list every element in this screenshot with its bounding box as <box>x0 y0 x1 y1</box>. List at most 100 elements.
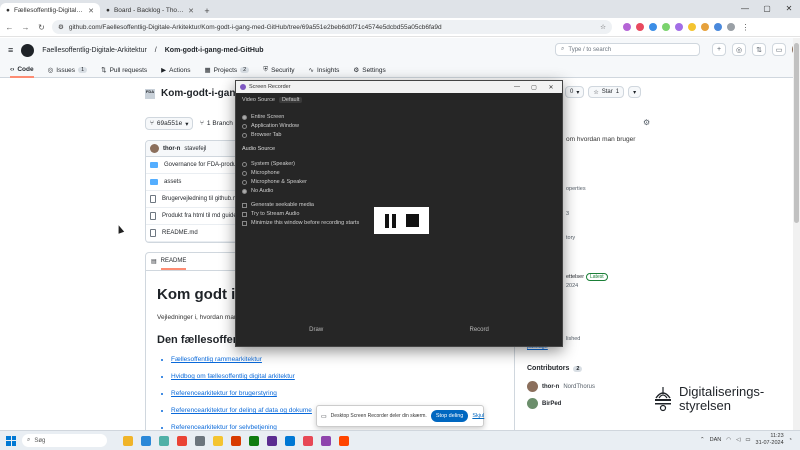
star-button[interactable]: ☆ Star 1 <box>588 86 625 98</box>
radio-button[interactable] <box>242 179 247 185</box>
taskbar-app-icon[interactable] <box>213 435 223 446</box>
extension-icon[interactable] <box>701 23 709 31</box>
bookmark-star-icon[interactable]: ☆ <box>600 23 606 31</box>
taskbar-search-input[interactable]: ⌕ Søg <box>22 434 107 447</box>
record-button[interactable]: Record <box>469 327 488 333</box>
battery-icon[interactable]: ▭ <box>745 437 750 443</box>
wifi-icon[interactable]: ◠ <box>726 437 731 443</box>
taskbar-app-icon[interactable] <box>195 435 205 446</box>
readme-link[interactable]: Fællesoffentlig rammearkitektur <box>171 356 312 373</box>
tab-issues[interactable]: ◎ Issues 1 <box>48 62 88 78</box>
taskbar-app-icon[interactable] <box>339 435 349 446</box>
extension-icon[interactable] <box>636 23 644 31</box>
recorder-radio-row[interactable]: System (Speaker) <box>242 161 295 167</box>
taskbar-app-icon[interactable] <box>123 435 133 446</box>
volume-icon[interactable]: ◁ <box>736 437 740 443</box>
taskbar-clock[interactable]: 11:23 31-07-2024 <box>756 433 784 447</box>
taskbar-app-icon[interactable] <box>321 435 331 446</box>
custom-properties-link[interactable]: operties <box>566 186 586 192</box>
taskbar-app-icon[interactable] <box>231 435 241 446</box>
pull-requests-icon[interactable]: ⇅ <box>752 43 766 56</box>
recorder-radio-row[interactable]: Browser Tab <box>242 132 281 138</box>
chevron-up-icon[interactable]: ⌃ <box>700 437 705 443</box>
file-name[interactable]: README.md <box>162 230 198 236</box>
branch-selector[interactable]: ⑂ 69a551e ▾ <box>145 117 194 130</box>
taskbar-app-icon[interactable] <box>177 435 187 446</box>
tab-actions[interactable]: ▶ Actions <box>161 62 190 78</box>
stop-icon[interactable] <box>405 214 419 227</box>
about-settings-gear-icon[interactable]: ⚙ <box>643 118 650 127</box>
branch-count-link[interactable]: ⑂ 1 Branch <box>200 117 233 130</box>
commit-message[interactable]: stavefejl <box>184 146 206 152</box>
inbox-icon[interactable]: ▭ <box>772 43 786 56</box>
notifications-icon[interactable]: ◔ <box>789 437 792 443</box>
page-scrollbar[interactable] <box>793 38 800 430</box>
extension-icon[interactable] <box>688 23 696 31</box>
browser-tab[interactable]: ● Board - Backlog - Thor/Ringitte ✕ <box>100 3 200 18</box>
new-tab-button[interactable]: + <box>200 3 214 18</box>
radio-button[interactable] <box>242 114 247 120</box>
github-search-input[interactable]: ⌕ Type / to search <box>555 43 700 56</box>
pause-icon[interactable] <box>384 213 396 228</box>
radio-button[interactable] <box>242 132 247 138</box>
radio-button[interactable] <box>242 170 247 176</box>
tab-code[interactable]: ‹› Code <box>10 62 34 78</box>
taskbar-app-icon[interactable] <box>267 435 277 446</box>
release-name[interactable]: ettelser <box>566 274 584 280</box>
create-new-button[interactable]: + <box>712 43 726 56</box>
history-link[interactable]: tory <box>566 235 575 241</box>
site-info-icon[interactable]: ⚙ <box>58 23 64 31</box>
forward-icon[interactable]: → <box>20 23 31 32</box>
keyboard-language[interactable]: DAN <box>710 437 722 443</box>
recorder-checkbox-row[interactable]: Generate seekable media <box>242 202 314 208</box>
tab-insights[interactable]: ∿ Insights <box>309 62 340 78</box>
tab-close-icon[interactable]: ✕ <box>188 7 194 15</box>
taskbar-app-icon[interactable] <box>303 435 313 446</box>
fork-count-button[interactable]: 0 ▾ <box>565 86 585 98</box>
contributor-row[interactable]: BirPed <box>527 398 561 409</box>
breadcrumb-repo[interactable]: Kom-godt-i-gang-med-GitHub <box>165 47 264 54</box>
hide-share-bar-link[interactable]: Skjul <box>472 413 484 419</box>
minimize-icon[interactable]: — <box>734 0 756 16</box>
url-field[interactable]: ⚙ github.com/Faellesoffentlig-Digitale-A… <box>52 20 612 34</box>
taskbar-app-icon[interactable] <box>249 435 259 446</box>
reload-icon[interactable]: ↻ <box>36 23 47 32</box>
recorder-radio-row[interactable]: Application Window <box>242 123 299 129</box>
tab-security[interactable]: ⛨ Security <box>263 62 294 78</box>
tab-projects[interactable]: ▦ Projects 2 <box>204 62 250 78</box>
extension-icon[interactable] <box>623 23 631 31</box>
tab-close-icon[interactable]: ✕ <box>88 7 94 15</box>
radio-button[interactable] <box>242 188 247 194</box>
recorder-radio-row[interactable]: Entire Screen <box>242 114 284 120</box>
video-source-select[interactable]: Default <box>278 97 303 103</box>
hamburger-icon[interactable]: ≡ <box>8 45 13 55</box>
recorder-checkbox-row[interactable]: Minimize this window before recording st… <box>242 220 359 226</box>
menu-dots-icon[interactable]: ⋮ <box>740 23 751 32</box>
taskbar-app-icon[interactable] <box>159 435 169 446</box>
extension-icon[interactable] <box>727 23 735 31</box>
readme-link[interactable]: Referencearkitektur for brugerstyring <box>171 390 312 407</box>
commit-author[interactable]: thor-n <box>163 146 180 152</box>
taskbar-app-icon[interactable] <box>141 435 151 446</box>
checkbox[interactable] <box>242 220 247 226</box>
recorder-radio-row[interactable]: No Audio <box>242 188 273 194</box>
close-icon[interactable]: ✕ <box>544 84 558 91</box>
checkbox[interactable] <box>242 211 247 217</box>
scrollbar-thumb[interactable] <box>794 43 799 223</box>
draw-button[interactable]: Draw <box>309 327 323 333</box>
close-window-icon[interactable]: ✕ <box>778 0 800 16</box>
tab-settings[interactable]: ⚙ Settings <box>353 62 385 78</box>
readme-link[interactable]: Hvidbog om fællesoffentlig digital arkit… <box>171 373 312 390</box>
windows-start-icon[interactable] <box>6 435 16 446</box>
contributor-row[interactable]: thor-n NordThorus <box>527 381 595 392</box>
browser-tab-active[interactable]: ● Fællesoffentlig-Digitale-Arkitektur ✕ <box>0 3 100 18</box>
extension-icon[interactable] <box>675 23 683 31</box>
checkbox[interactable] <box>242 202 247 208</box>
recorder-radio-row[interactable]: Microphone & Speaker <box>242 179 307 185</box>
maximize-icon[interactable]: ▢ <box>756 0 778 16</box>
issues-icon[interactable]: ◎ <box>732 43 746 56</box>
github-logo-icon[interactable] <box>21 43 35 57</box>
file-name[interactable]: assets <box>164 179 181 185</box>
back-icon[interactable]: ← <box>4 23 15 32</box>
stop-sharing-button[interactable]: Stop deling <box>430 410 469 422</box>
